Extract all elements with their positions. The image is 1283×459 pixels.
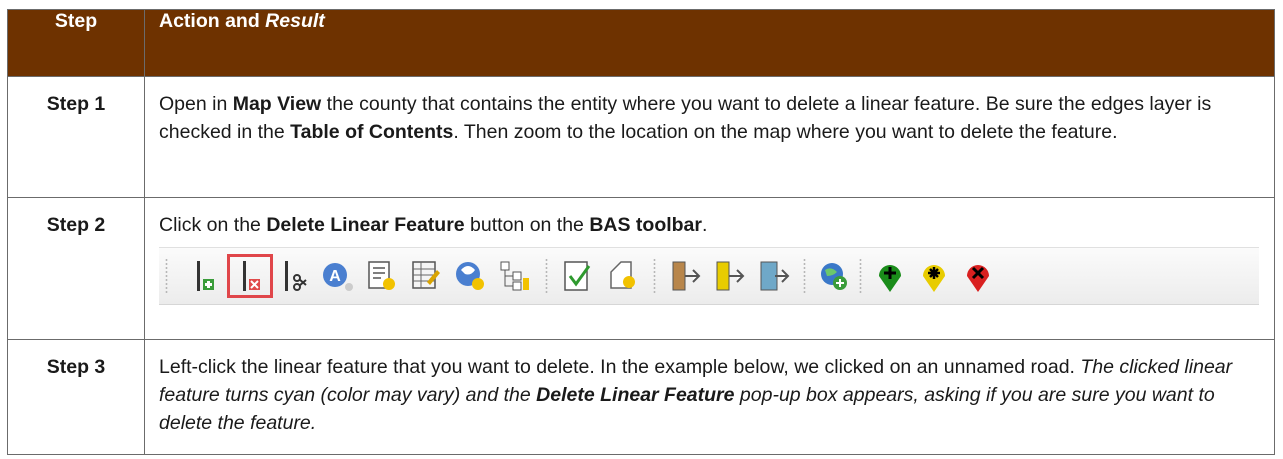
- toolbar-grip[interactable]: [165, 258, 168, 294]
- delete-point-icon[interactable]: [959, 258, 997, 294]
- step-text: . Then zoom to the location on the map w…: [453, 121, 1118, 143]
- step-bold-term: Table of Contents: [290, 121, 454, 143]
- add-note-icon[interactable]: [363, 258, 401, 294]
- globe-add-icon[interactable]: [815, 258, 853, 294]
- step-bold-term: BAS toolbar: [589, 214, 702, 236]
- import-icon[interactable]: [667, 258, 705, 294]
- step-text: Open in: [159, 93, 233, 115]
- topology-icon[interactable]: [495, 258, 533, 294]
- toolbar-grip[interactable]: [545, 258, 548, 294]
- review-change-icon[interactable]: [603, 258, 641, 294]
- step-action: Click on the Delete Linear Feature butto…: [144, 197, 1275, 340]
- toolbar-grip[interactable]: [803, 258, 806, 294]
- step-instruction: Click on the Delete Linear Feature butto…: [159, 211, 1260, 239]
- svg-text:A: A: [329, 268, 341, 285]
- step-bold-term: Map View: [232, 93, 322, 115]
- header-row: Step Action and Result: [7, 9, 1275, 77]
- split-linear-feature-icon[interactable]: [275, 258, 313, 294]
- add-area-landmark-icon[interactable]: A: [319, 258, 357, 294]
- header-action: Action and Result: [144, 9, 1275, 77]
- step-label: Step 2: [7, 197, 145, 340]
- bas-toolbar: A: [159, 247, 1259, 305]
- steps-table: Step Action and Result Step 1 Open in Ma…: [7, 9, 1275, 455]
- step-label: Step 1: [7, 76, 145, 198]
- add-linear-feature-icon[interactable]: [187, 258, 225, 294]
- table-row: Step 3 Left-click the linear feature tha…: [7, 339, 1275, 455]
- step-bold-term: Delete Linear Feature: [536, 384, 735, 406]
- header-step: Step: [7, 9, 145, 77]
- export-map-icon[interactable]: [755, 258, 793, 294]
- toolbar-grip[interactable]: [859, 258, 862, 294]
- step-text: button on the: [464, 214, 590, 236]
- header-action-result: Result: [265, 10, 325, 32]
- step-action: Open in Map View the county that contain…: [144, 76, 1275, 198]
- step-bold-term: Delete Linear Feature: [266, 214, 465, 236]
- step-text: Left-click the linear feature that you w…: [159, 356, 1081, 378]
- add-point-icon[interactable]: [871, 258, 909, 294]
- export-icon[interactable]: [711, 258, 749, 294]
- table-row: Step 2 Click on the Delete Linear Featur…: [7, 197, 1275, 340]
- step-text: .: [702, 214, 708, 236]
- attribute-table-icon[interactable]: [407, 258, 445, 294]
- toolbar-grip[interactable]: [653, 258, 656, 294]
- validate-icon[interactable]: [559, 258, 597, 294]
- step-action: Left-click the linear feature that you w…: [144, 339, 1275, 455]
- step-label: Step 3: [7, 339, 145, 455]
- modify-point-icon[interactable]: [915, 258, 953, 294]
- step-text: Click on the: [159, 214, 267, 236]
- identify-icon[interactable]: [451, 258, 489, 294]
- delete-linear-feature-icon[interactable]: [227, 254, 273, 298]
- table-row: Step 1 Open in Map View the county that …: [7, 76, 1275, 198]
- header-action-prefix: Action and: [159, 10, 266, 32]
